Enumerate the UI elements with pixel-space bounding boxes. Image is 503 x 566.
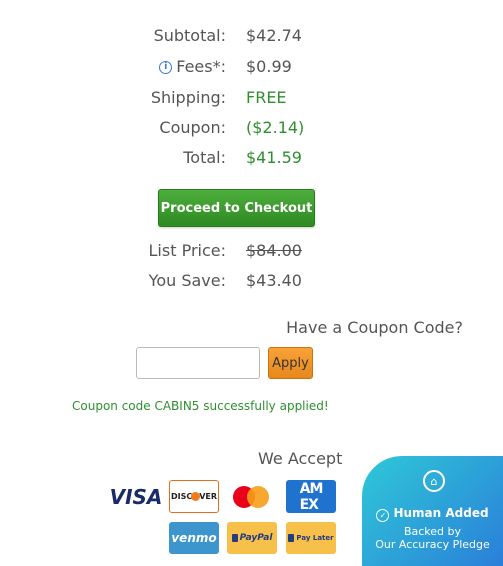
paypal-logo: PayPal — [227, 522, 277, 554]
paypal-pay-later-logo: Pay Later — [286, 522, 336, 554]
subtotal-value: $42.74 — [246, 26, 302, 45]
paypal-label: PayPal — [239, 533, 273, 543]
visa-logo: VISA — [109, 485, 163, 509]
coupon-code-input[interactable] — [136, 347, 260, 379]
apply-coupon-button[interactable]: Apply — [268, 347, 313, 379]
coupon-success-message: Coupon code CABIN5 successfully applied! — [72, 399, 329, 413]
fees-label-wrap: i Fees*: — [159, 57, 226, 76]
paylater-p-icon — [288, 534, 295, 542]
total-row: Total: $41.59 — [0, 148, 503, 174]
you-save-label: You Save: — [148, 271, 226, 290]
badge-line2: Our Accuracy Pledge — [375, 538, 490, 551]
badge-line1: Backed by — [403, 525, 462, 538]
coupon-code-title: Have a Coupon Code? — [286, 318, 463, 337]
amex-logo: AM EX — [286, 480, 336, 513]
proceed-to-checkout-button[interactable]: Proceed to Checkout — [158, 189, 315, 227]
check-circle-icon: ✓ — [376, 509, 390, 522]
total-value: $41.59 — [246, 148, 302, 167]
house-icon: ⌂ — [423, 470, 445, 492]
you-save-value: $43.40 — [246, 271, 302, 290]
list-price-label: List Price: — [148, 241, 226, 260]
we-accept-heading: We Accept — [258, 449, 343, 468]
subtotal-label: Subtotal: — [153, 26, 226, 45]
badge-title-wrap: ✓ Human Added — [362, 506, 503, 522]
shipping-value: FREE — [246, 88, 287, 107]
fees-row: i Fees*: $0.99 — [0, 57, 503, 83]
coupon-label: Coupon: — [159, 118, 226, 137]
mastercard-logo — [227, 480, 277, 513]
coupon-value: ($2.14) — [246, 118, 305, 137]
fees-value: $0.99 — [246, 57, 292, 76]
discover-logo: DISC VER — [169, 480, 219, 513]
badge-title: Human Added — [393, 506, 489, 520]
paypal-p-icon — [231, 534, 238, 542]
coupon-row: Coupon: ($2.14) — [0, 118, 503, 144]
total-label: Total: — [183, 148, 226, 167]
accuracy-pledge-badge[interactable]: ⌂ ✓ Human Added Backed by Our Accuracy Pl… — [362, 456, 503, 566]
fees-label: Fees*: — [176, 57, 226, 76]
list-price-row: List Price: $84.00 — [0, 241, 503, 267]
subtotal-row: Subtotal: $42.74 — [0, 26, 503, 52]
mastercard-orange-circle-icon — [247, 486, 269, 508]
you-save-row: You Save: $43.40 — [0, 271, 503, 297]
list-price-value: $84.00 — [246, 241, 302, 260]
paylater-label: Pay Later — [296, 534, 334, 542]
info-icon[interactable]: i — [159, 61, 173, 74]
venmo-logo: venmo — [169, 522, 219, 554]
shipping-row: Shipping: FREE — [0, 88, 503, 114]
shipping-label: Shipping: — [150, 88, 226, 107]
